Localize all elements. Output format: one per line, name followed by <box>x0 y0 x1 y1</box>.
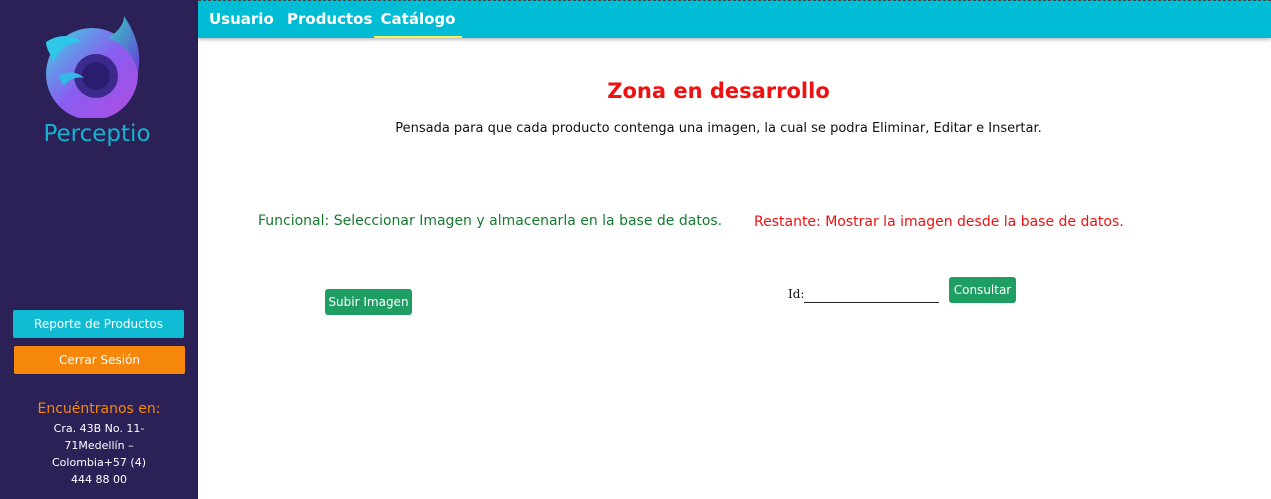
tab-productos[interactable]: Productos <box>287 1 372 38</box>
upload-image-button[interactable]: Subir Imagen <box>325 289 412 315</box>
contact-title: Encuéntranos en: <box>37 401 161 417</box>
brand-name: Perceptio <box>43 121 151 147</box>
logout-button[interactable]: Cerrar Sesión <box>14 346 185 374</box>
id-label: Id: <box>788 287 805 301</box>
top-nav: Usuario Productos Catálogo <box>198 0 1271 38</box>
firefox-logo-icon <box>46 16 140 118</box>
id-input[interactable] <box>804 286 939 303</box>
remaining-status-text: Restante: Mostrar la imagen desde la bas… <box>754 214 1124 230</box>
page-heading: Zona en desarrollo <box>607 79 830 103</box>
sidebar: Perceptio Reporte de Productos Cerrar Se… <box>0 0 198 499</box>
page-subtitle: Pensada para que cada producto contenga … <box>395 121 1042 136</box>
report-products-button[interactable]: Reporte de Productos <box>13 310 184 338</box>
tab-catalogo[interactable]: Catálogo <box>374 1 462 38</box>
tab-usuario[interactable]: Usuario <box>209 1 274 38</box>
functional-status-text: Funcional: Seleccionar Imagen y almacena… <box>258 213 723 229</box>
contact-address: Cra. 43B No. 11-71Medellín – Colombia+57… <box>52 422 146 486</box>
query-button[interactable]: Consultar <box>949 277 1016 303</box>
